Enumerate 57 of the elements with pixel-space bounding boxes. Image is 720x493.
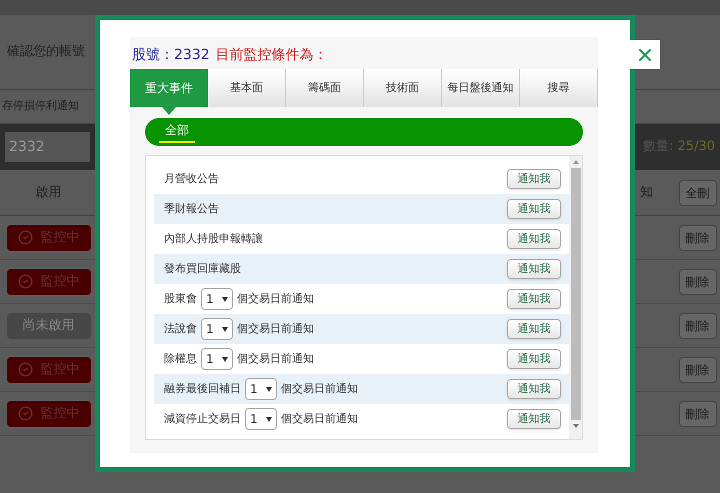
- quota-value: 25/30: [678, 138, 715, 156]
- notify-me-button[interactable]: 通知我: [507, 289, 561, 309]
- days-select[interactable]: 1: [201, 318, 233, 340]
- column-header: 知: [640, 184, 653, 202]
- notify-me-button[interactable]: 通知我: [507, 349, 561, 369]
- category-tab[interactable]: 籌碼面: [286, 69, 364, 107]
- notify-me-button[interactable]: 通知我: [507, 259, 561, 279]
- notify-me-button[interactable]: 通知我: [507, 319, 561, 339]
- check-circle-icon: [18, 274, 32, 289]
- condition-label: 目前監控條件為：: [216, 46, 328, 65]
- delete-button[interactable]: 刪除: [678, 400, 716, 426]
- column-header: 啟用: [36, 184, 62, 202]
- notify-me-button[interactable]: 通知我: [507, 409, 561, 429]
- category-tab[interactable]: 基本面: [208, 69, 286, 107]
- dropdown-caret-icon: [222, 356, 228, 362]
- event-label: 減資停止交易日: [164, 410, 241, 427]
- days-suffix: 個交易日前通知: [237, 320, 314, 337]
- days-select[interactable]: 1: [201, 288, 233, 310]
- delete-button[interactable]: 刪除: [678, 312, 716, 338]
- category-tab[interactable]: 技術面: [364, 69, 442, 107]
- days-select[interactable]: 1: [245, 378, 277, 400]
- event-label: 融券最後回補日: [164, 380, 241, 397]
- notify-me-button[interactable]: 通知我: [507, 379, 561, 399]
- delete-button[interactable]: 刪除: [678, 224, 716, 250]
- days-select[interactable]: 1: [201, 348, 233, 370]
- check-circle-icon: [18, 362, 32, 377]
- close-button[interactable]: [629, 40, 660, 69]
- days-select[interactable]: 1: [245, 408, 277, 430]
- days-suffix: 個交易日前通知: [237, 290, 314, 307]
- scrollbar[interactable]: [569, 156, 582, 439]
- delete-button[interactable]: 刪除: [678, 356, 716, 382]
- check-circle-icon: [18, 406, 32, 421]
- dropdown-caret-icon: [266, 386, 272, 392]
- delete-all-button[interactable]: 全刪: [678, 180, 716, 206]
- category-tab[interactable]: 搜尋: [520, 69, 598, 107]
- account-label: 確認您的帳號: [7, 43, 85, 62]
- category-tab[interactable]: 每日盤後通知: [442, 69, 520, 107]
- days-suffix: 個交易日前通知: [281, 380, 358, 397]
- event-label: 月營收公告: [164, 170, 219, 187]
- event-label: 除權息: [164, 350, 197, 367]
- event-label: 法說會: [164, 320, 197, 337]
- days-suffix: 個交易日前通知: [237, 350, 314, 367]
- dropdown-caret-icon: [222, 326, 228, 332]
- event-label: 股東會: [164, 290, 197, 307]
- stock-label: 股號：2332: [132, 46, 210, 65]
- delete-button[interactable]: 刪除: [678, 268, 716, 294]
- dropdown-caret-icon: [222, 296, 228, 302]
- check-circle-icon: [18, 230, 32, 245]
- event-label: 季財報公告: [164, 200, 219, 217]
- notify-me-button[interactable]: 通知我: [507, 229, 561, 249]
- days-suffix: 個交易日前通知: [281, 410, 358, 427]
- subtab[interactable]: 全部: [159, 121, 195, 143]
- event-label: 發布買回庫藏股: [164, 260, 241, 277]
- notify-me-button[interactable]: 通知我: [507, 169, 561, 189]
- event-label: 內部人持股申報轉讓: [164, 230, 263, 247]
- dropdown-caret-icon: [266, 416, 272, 422]
- notify-me-button[interactable]: 通知我: [507, 199, 561, 219]
